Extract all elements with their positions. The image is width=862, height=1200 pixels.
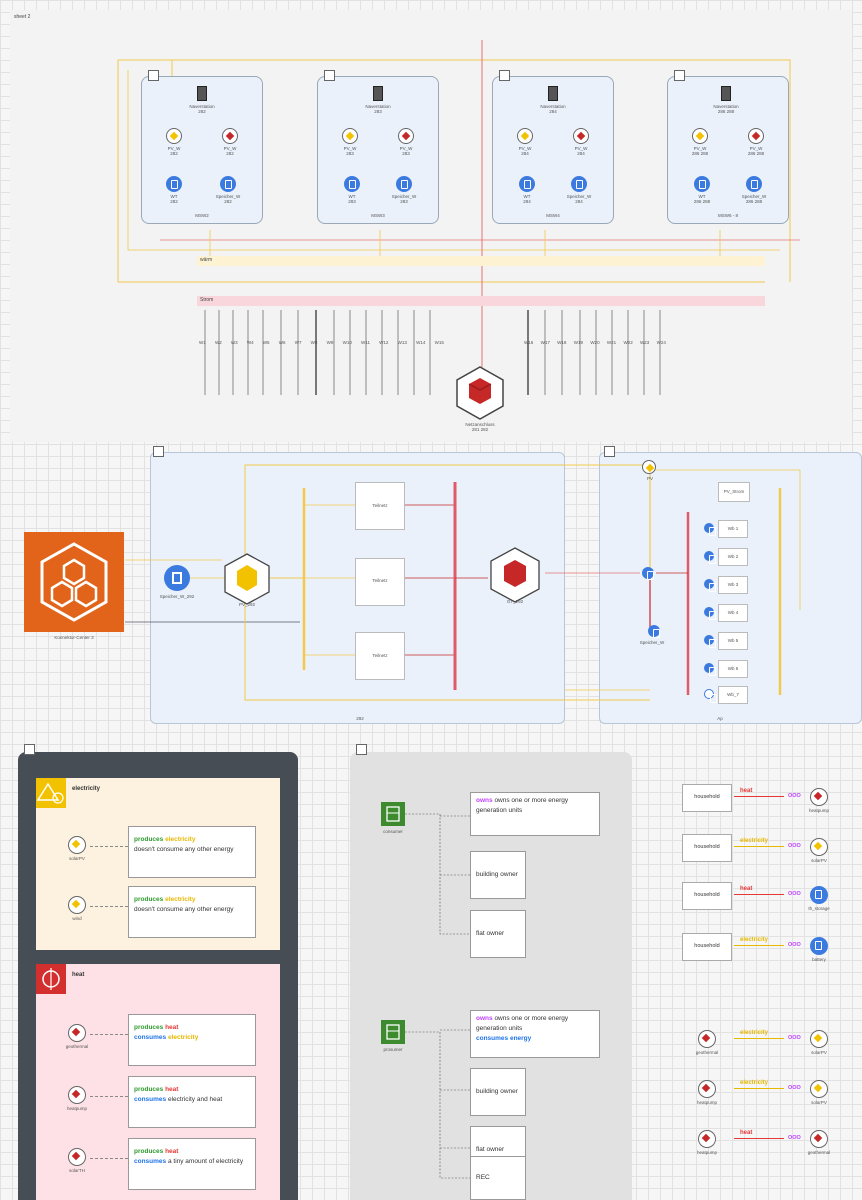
branch-label: building owner: [476, 1088, 518, 1095]
flow-energy-label: heat: [740, 1130, 753, 1136]
flow-line: [734, 796, 784, 797]
flow-connector-label: OOO: [788, 1135, 801, 1141]
flow-connector-label: OOO: [788, 1035, 801, 1041]
household-label: household: [694, 892, 720, 898]
flow-target-label: geothermal: [807, 1150, 831, 1155]
prosumer-consumes: consumes energy: [476, 1035, 532, 1042]
heatpump-icon[interactable]: [698, 1130, 716, 1148]
flow-target-label: solarPV: [811, 858, 827, 863]
flow-source-label: heatpump: [696, 1150, 717, 1155]
flow-energy-label: electricity: [740, 937, 769, 943]
flow-energy-label: heat: [740, 886, 753, 892]
household-label: household: [694, 943, 720, 949]
branch-building-owner-1[interactable]: building owner: [470, 851, 526, 899]
flow-target-label: solarPV: [811, 1050, 827, 1055]
flow-target-label: heatpump: [808, 808, 829, 813]
owns-word: owns: [476, 1015, 493, 1022]
consumer-desc-box[interactable]: owns owns one or more energy generation …: [470, 792, 600, 836]
owns-word: owns: [476, 797, 493, 804]
branch-label: REC: [476, 1174, 490, 1181]
flow-line: [734, 846, 784, 847]
branch-label: building owner: [476, 871, 518, 878]
branch-flat-owner-1[interactable]: flat owner: [470, 910, 526, 958]
household-label: household: [694, 794, 720, 800]
flow-line: [734, 894, 784, 895]
heatpump-icon[interactable]: [698, 1080, 716, 1098]
flow-energy-label: heat: [740, 788, 753, 794]
flow-energy-label: electricity: [740, 838, 769, 844]
branch-label: flat owner: [476, 930, 505, 937]
battery-icon[interactable]: [810, 937, 828, 955]
flow-target-label: th_storage: [808, 906, 830, 911]
th_storage-icon[interactable]: [810, 886, 828, 904]
roles-tree: [405, 813, 470, 1179]
flow-line: [734, 1138, 784, 1139]
flow-source-label: heatpump: [696, 1100, 717, 1105]
branch-building-owner-2[interactable]: building owner: [470, 1068, 526, 1116]
solarPV-icon[interactable]: [810, 838, 828, 856]
household-label: household: [694, 844, 720, 850]
flow-connector-label: OOO: [788, 942, 801, 948]
flow-connector-label: OOO: [788, 1085, 801, 1091]
flow-line: [734, 1038, 784, 1039]
flow-connector-label: OOO: [788, 793, 801, 799]
heatpump-icon[interactable]: [810, 788, 828, 806]
flow-energy-label: electricity: [740, 1080, 769, 1086]
solarPV-icon[interactable]: [810, 1080, 828, 1098]
branch-rec[interactable]: REC: [470, 1156, 526, 1200]
flow-energy-label: electricity: [740, 1030, 769, 1036]
flow-target-label: solarPV: [811, 1100, 827, 1105]
solarPV-icon[interactable]: [810, 1030, 828, 1048]
flow-line: [734, 945, 784, 946]
flow-line: [734, 1088, 784, 1089]
flow-target-label: battery: [812, 957, 826, 962]
flow-connector-label: OOO: [788, 891, 801, 897]
flow-connector-label: OOO: [788, 843, 801, 849]
prosumer-desc-box[interactable]: owns owns one or more energy generation …: [470, 1010, 600, 1058]
branch-label: flat owner: [476, 1146, 505, 1153]
flow-source-label: geothermal: [695, 1050, 719, 1055]
geothermal-icon[interactable]: [810, 1130, 828, 1148]
geothermal-icon[interactable]: [698, 1030, 716, 1048]
